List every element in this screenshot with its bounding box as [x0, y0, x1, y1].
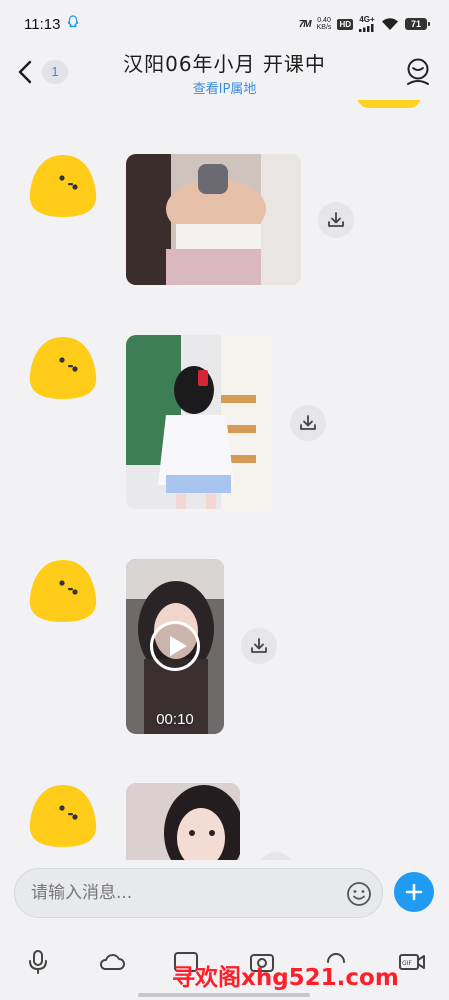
status-indicators: 7M 0.40 KB/s HD 4G+ 71 — [298, 16, 430, 32]
hd-badge: HD — [337, 18, 353, 30]
chat-screen: 11:13 7M 0.40 KB/s HD 4G+ 71 1 汉阳06年小月 开… — [0, 0, 449, 1000]
photo-thumbnail — [126, 783, 240, 860]
download-icon — [251, 638, 267, 653]
net-speed-value: 0.40 — [317, 17, 331, 24]
image-message[interactable] — [126, 783, 240, 860]
contact-avatar[interactable] — [28, 558, 98, 624]
battery-icon: 71 — [405, 18, 430, 30]
plus-icon — [405, 883, 423, 901]
signal-bars-icon — [359, 24, 374, 32]
image-message[interactable] — [126, 335, 272, 509]
contact-avatar[interactable] — [28, 783, 98, 849]
download-button[interactable] — [290, 405, 326, 441]
profile-icon[interactable] — [405, 58, 431, 86]
wifi-icon — [382, 18, 398, 30]
download-button[interactable] — [258, 852, 294, 860]
add-button[interactable] — [394, 872, 434, 912]
download-icon — [300, 415, 316, 430]
play-button-icon[interactable] — [150, 621, 200, 671]
image-message[interactable] — [126, 154, 301, 285]
watermark: 寻欢阁xhg521.com — [172, 965, 399, 991]
video-duration: 00:10 — [156, 711, 194, 728]
emoji-icon[interactable] — [346, 881, 372, 907]
cloud-icon[interactable] — [98, 948, 126, 976]
contact-avatar[interactable] — [28, 335, 98, 401]
contact-avatar[interactable] — [28, 153, 98, 219]
signal-label: 4G+ — [359, 15, 375, 24]
microphone-icon[interactable] — [24, 948, 52, 976]
video-message[interactable]: 00:10 — [126, 559, 224, 734]
download-button[interactable] — [241, 628, 277, 664]
download-icon — [328, 212, 344, 227]
home-indicator — [138, 993, 310, 997]
network-type-icon: 7M — [298, 18, 312, 30]
cell-signal-icon: 4G+ — [359, 16, 375, 32]
message-list[interactable]: 00:10 — [0, 100, 449, 860]
chat-title: 汉阳06年小月 开课中 — [123, 52, 326, 76]
message-input[interactable] — [31, 869, 331, 917]
photo-thumbnail — [126, 335, 272, 509]
chat-header: 1 汉阳06年小月 开课中 查看IP属地 — [0, 40, 449, 100]
qq-notification-icon — [67, 15, 79, 28]
gif-icon: GIF — [402, 960, 412, 967]
status-time: 11:13 — [24, 16, 61, 33]
net-speed: 0.40 KB/s — [317, 17, 332, 31]
previous-message-bubble — [357, 100, 421, 108]
view-ip-location-link[interactable]: 查看IP属地 — [0, 78, 449, 97]
message-input-container[interactable] — [14, 868, 383, 918]
net-speed-unit: KB/s — [316, 24, 332, 31]
message-input-bar — [0, 860, 449, 930]
video-call-icon[interactable]: GIF — [398, 948, 426, 976]
photo-thumbnail — [126, 154, 301, 285]
download-button[interactable] — [318, 202, 354, 238]
